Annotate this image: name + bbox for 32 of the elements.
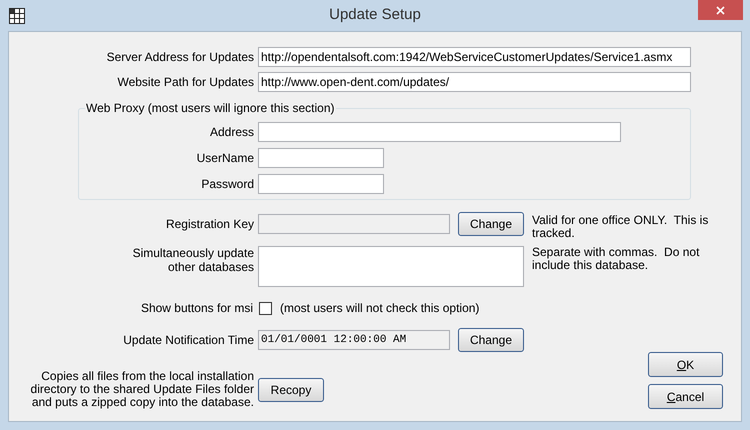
button[interactable]: Change xyxy=(458,328,524,352)
note-text: Separate with commas. Do not include this database. xyxy=(532,246,700,272)
field-label: Address xyxy=(210,125,254,139)
text-area[interactable] xyxy=(258,246,524,287)
close-button[interactable] xyxy=(698,0,743,20)
input-field[interactable]: 01/01/0001 12:00:00 AM xyxy=(258,330,450,350)
button[interactable]: Recopy xyxy=(258,378,324,402)
note-text: (most users will not check this option) xyxy=(280,300,480,317)
input-field[interactable] xyxy=(258,214,450,234)
field-label: Registration Key xyxy=(166,217,254,231)
field-label: Update Notification Time xyxy=(123,333,254,347)
input-field[interactable] xyxy=(258,174,384,194)
input-field[interactable]: http://opendentalsoft.com:1942/WebServiceCustomerUpdates/Service1.asmx xyxy=(258,47,691,67)
close-icon xyxy=(716,6,725,14)
button[interactable]: Change xyxy=(458,212,524,236)
field-label: Show buttons for msi xyxy=(140,301,254,315)
group-title: Web Proxy (most users will ignore this section) xyxy=(85,101,336,115)
input-field[interactable] xyxy=(258,122,621,142)
field-label: Password xyxy=(201,177,254,191)
note-text: Valid for one office ONLY. This is tracked. xyxy=(532,214,710,240)
field-label: UserName xyxy=(196,151,254,165)
field-label: Server Address for Updates xyxy=(106,50,254,64)
field-label: Website Path for Updates xyxy=(117,75,254,89)
button[interactable]: OK xyxy=(648,352,723,377)
grid-icon xyxy=(9,8,25,24)
input-field[interactable]: http://www.open-dent.com/updates/ xyxy=(258,72,691,92)
button[interactable]: Cancel xyxy=(648,384,723,409)
description-text: Copies all files from the local installation directory to the shared Update Files folder and puts a zipped copy into the database. xyxy=(30,370,254,409)
field-label: Simultaneously update other databases xyxy=(132,246,254,274)
window-title: Update Setup xyxy=(328,5,422,26)
checkbox[interactable] xyxy=(259,302,272,314)
input-field[interactable] xyxy=(258,148,384,168)
